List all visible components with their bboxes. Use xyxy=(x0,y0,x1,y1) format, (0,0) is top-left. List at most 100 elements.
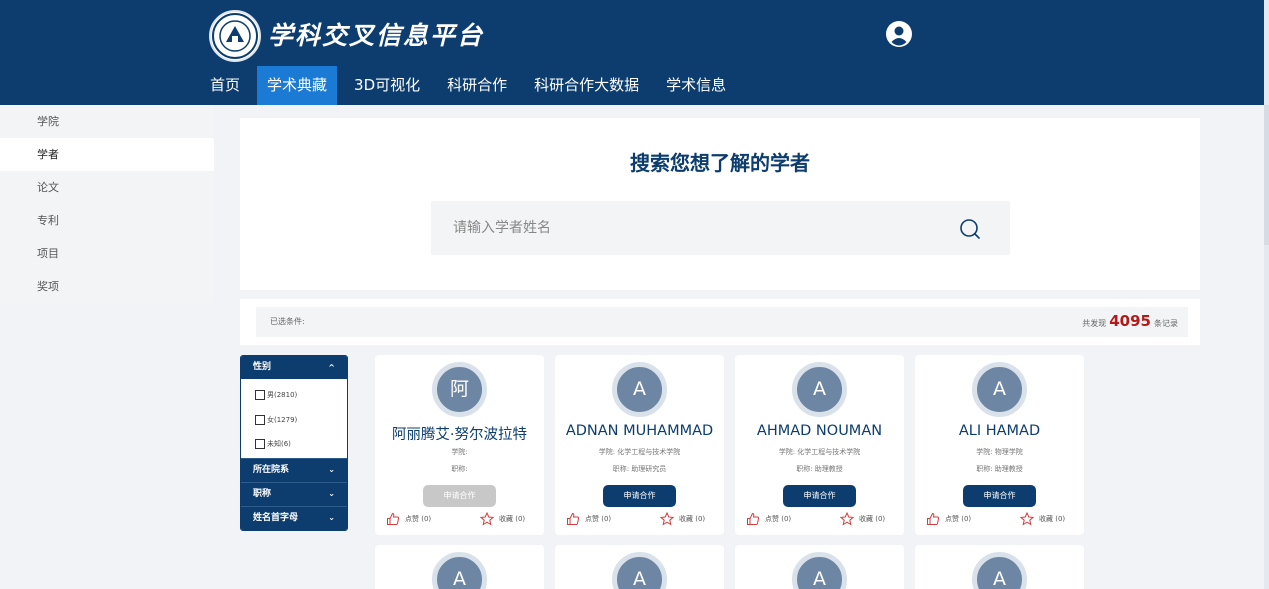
star-icon xyxy=(1020,512,1034,526)
scholar-card[interactable]: A xyxy=(915,545,1084,589)
favorite-count: 收藏 (0) xyxy=(1039,515,1066,523)
search-icon[interactable] xyxy=(958,217,982,241)
result-suffix: 条记录 xyxy=(1154,319,1178,328)
facet-initial-header[interactable]: 姓名首字母 ⌄ xyxy=(241,505,347,530)
filter-bar: 已选条件: 共发现 4095 条记录 xyxy=(240,299,1200,345)
apply-cooperation-button[interactable]: 申请合作 xyxy=(783,485,856,507)
facet-option-female[interactable]: 女(1279) xyxy=(255,408,347,433)
page-scrollbar[interactable] xyxy=(1264,0,1269,589)
scholar-card[interactable]: A ADNAN MUHAMMAD 学院: 化学工程与技术学院 职称: 助理研究员… xyxy=(555,355,724,535)
scholar-card[interactable]: 阿 阿丽腾艾·努尔波拉特 学院: 职称: 申请合作 点赞 (0) 收藏 (0) xyxy=(375,355,544,535)
scholar-card[interactable]: A xyxy=(735,545,904,589)
avatar: A xyxy=(792,362,847,417)
facet-option-label: 男(2810) xyxy=(267,391,298,400)
scholar-rank: 职称: 助理教授 xyxy=(796,465,843,473)
favorite-count: 收藏 (0) xyxy=(499,515,526,523)
result-prefix: 共发现 xyxy=(1082,319,1107,328)
facet-option-unknown[interactable]: 未知(6) xyxy=(255,432,347,457)
site-title: 学科交叉信息平台 xyxy=(268,21,485,50)
result-count: 共发现 4095 条记录 xyxy=(1082,312,1178,330)
nav-research-cooperation[interactable]: 科研合作 xyxy=(437,66,517,105)
nav-cooperation-big-data[interactable]: 科研合作大数据 xyxy=(524,66,649,105)
scrollbar-thumb[interactable] xyxy=(1264,105,1269,245)
facet-panel: 性别 ^ 男(2810) 女(1279) 未知(6) 所在院系 ⌄ 职称 ⌄ 姓… xyxy=(240,355,348,531)
nav-home[interactable]: 首页 xyxy=(200,66,250,105)
thumbs-up-icon xyxy=(747,512,760,525)
main-nav: 首页 学术典藏 3D可视化 科研合作 科研合作大数据 学术信息 xyxy=(200,66,743,105)
like-button[interactable]: 点赞 (0) xyxy=(746,512,791,526)
scholar-name[interactable]: ALI HAMAD xyxy=(915,423,1084,439)
search-title: 搜索您想了解的学者 xyxy=(630,151,810,175)
checkbox[interactable] xyxy=(255,414,265,425)
scholar-card[interactable]: A xyxy=(375,545,544,589)
facet-rank-header[interactable]: 职称 ⌄ xyxy=(241,481,347,506)
checkbox[interactable] xyxy=(255,390,265,401)
scholar-college: 学院: 化学工程与技术学院 xyxy=(598,448,681,456)
apply-cooperation-button[interactable]: 申请合作 xyxy=(603,485,676,507)
result-count-number: 4095 xyxy=(1109,312,1151,330)
nav-academic-info[interactable]: 学术信息 xyxy=(656,66,736,105)
sidebar-item-scholar[interactable]: 学者 xyxy=(0,138,214,171)
university-logo[interactable] xyxy=(209,10,261,62)
scholar-name[interactable]: 阿丽腾艾·努尔波拉特 xyxy=(375,423,544,444)
favorite-count: 收藏 (0) xyxy=(859,515,886,523)
star-icon xyxy=(840,512,854,526)
facet-rank-title: 职称 xyxy=(253,489,272,499)
facet-college-header[interactable]: 所在院系 ⌄ xyxy=(241,457,347,482)
sidebar-item-paper[interactable]: 论文 xyxy=(0,171,214,204)
facet-gender-header[interactable]: 性别 ^ xyxy=(241,356,347,379)
avatar: A xyxy=(612,362,667,417)
star-icon xyxy=(660,512,674,526)
thumbs-up-icon xyxy=(567,512,580,525)
scholar-card[interactable]: A ALI HAMAD 学院: 物理学院 职称: 助理教授 申请合作 点赞 (0… xyxy=(915,355,1084,535)
chevron-down-icon: ⌄ xyxy=(328,465,335,474)
scholar-college: 学院: xyxy=(451,448,468,456)
favorite-button[interactable]: 收藏 (0) xyxy=(1020,512,1065,526)
favorite-button[interactable]: 收藏 (0) xyxy=(660,512,705,526)
user-account-icon[interactable] xyxy=(886,21,912,47)
search-panel: 搜索您想了解的学者 xyxy=(240,118,1200,290)
scholar-card[interactable]: A AHMAD NOUMAN 学院: 化学工程与技术学院 职称: 助理教授 申请… xyxy=(735,355,904,535)
sidebar-item-award[interactable]: 奖项 xyxy=(0,270,214,303)
nav-academic-collection[interactable]: 学术典藏 xyxy=(257,66,338,105)
chevron-up-icon: ^ xyxy=(328,363,335,372)
like-count: 点赞 (0) xyxy=(765,515,792,523)
thumbs-up-icon xyxy=(927,512,940,525)
avatar: A xyxy=(612,552,667,589)
sidebar: 学院 学者 论文 专利 项目 奖项 xyxy=(0,105,214,303)
nav-3d-visualization[interactable]: 3D可视化 xyxy=(344,66,430,105)
avatar: 阿 xyxy=(432,362,487,417)
favorite-button[interactable]: 收藏 (0) xyxy=(480,512,525,526)
facet-gender-options: 男(2810) 女(1279) 未知(6) xyxy=(241,379,347,458)
facet-option-label: 女(1279) xyxy=(267,415,298,424)
like-button[interactable]: 点赞 (0) xyxy=(566,512,611,526)
scholar-name[interactable]: AHMAD NOUMAN xyxy=(735,423,904,439)
like-count: 点赞 (0) xyxy=(585,515,612,523)
facet-initial-title: 姓名首字母 xyxy=(253,513,299,523)
scholar-name[interactable]: ADNAN MUHAMMAD xyxy=(555,423,724,439)
chevron-down-icon: ⌄ xyxy=(328,513,335,522)
checkbox[interactable] xyxy=(255,439,265,450)
like-button[interactable]: 点赞 (0) xyxy=(386,512,431,526)
facet-option-male[interactable]: 男(2810) xyxy=(255,383,347,408)
facet-college-title: 所在院系 xyxy=(253,465,290,475)
scholar-card[interactable]: A xyxy=(555,545,724,589)
scholar-rank: 职称: xyxy=(451,465,468,473)
favorite-button[interactable]: 收藏 (0) xyxy=(840,512,885,526)
avatar: A xyxy=(792,552,847,589)
scholar-college: 学院: 物理学院 xyxy=(976,448,1023,456)
favorite-count: 收藏 (0) xyxy=(679,515,706,523)
scholar-search-input[interactable] xyxy=(431,201,911,255)
thumbs-up-icon xyxy=(387,512,400,525)
sidebar-item-college[interactable]: 学院 xyxy=(0,105,214,138)
like-button[interactable]: 点赞 (0) xyxy=(926,512,971,526)
university-seal-icon xyxy=(212,13,258,59)
selected-conditions-label: 已选条件: xyxy=(270,317,305,326)
sidebar-item-project[interactable]: 项目 xyxy=(0,237,214,270)
sidebar-item-patent[interactable]: 专利 xyxy=(0,204,214,237)
facet-gender-title: 性别 xyxy=(253,362,272,372)
avatar: A xyxy=(972,362,1027,417)
apply-cooperation-button[interactable]: 申请合作 xyxy=(963,485,1036,507)
search-box xyxy=(431,201,1010,255)
scholar-rank: 职称: 助理教授 xyxy=(976,465,1023,473)
